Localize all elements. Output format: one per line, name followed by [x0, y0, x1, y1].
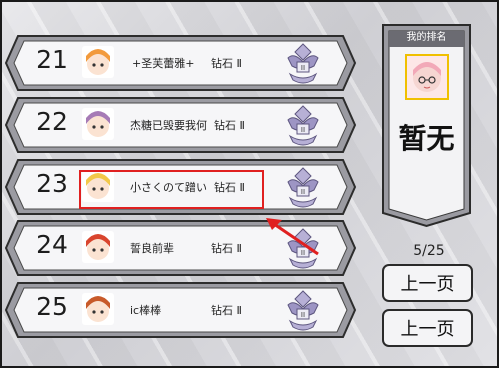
player-avatar [82, 108, 114, 140]
diamond-rank-emblem-icon: II [287, 105, 319, 146]
player-tier: 钻石 Ⅱ [214, 119, 245, 132]
rank-number: 23 [36, 169, 68, 198]
player-avatar [82, 293, 114, 325]
player-name: ic棒棒 [130, 304, 162, 317]
rank-number: 21 [36, 45, 68, 74]
ranking-row[interactable]: 25 ic棒棒 钻石 Ⅱ II [4, 281, 357, 339]
svg-text:II: II [301, 188, 305, 196]
player-tier: 钻石 Ⅱ [211, 57, 242, 70]
rank-number: 24 [36, 230, 68, 259]
arrow-icon [266, 218, 319, 256]
svg-text:II: II [301, 311, 305, 319]
svg-text:II: II [301, 64, 305, 72]
diamond-rank-emblem-icon: II [287, 290, 319, 331]
player-avatar [82, 46, 114, 78]
my-rank-status: 暂无 [398, 122, 455, 155]
my-avatar [405, 54, 449, 100]
diamond-rank-emblem-icon: II [287, 167, 319, 208]
player-name: 誓良前辈 [130, 242, 174, 255]
highlight-box [79, 170, 264, 209]
my-rank-title: 我的排名 [406, 32, 447, 43]
rank-number: 25 [36, 292, 68, 321]
player-avatar [82, 231, 114, 263]
player-tier: 钻石 Ⅱ [211, 304, 242, 317]
ranking-row[interactable]: 22 杰糖已毁要我何 钻石 Ⅱ II [4, 96, 357, 154]
player-tier: 钻石 Ⅱ [211, 242, 242, 255]
diamond-rank-emblem-icon: II [287, 43, 319, 84]
player-name: +圣芙蕾雅+ [132, 57, 195, 70]
page-indicator: 5/25 [413, 243, 445, 259]
prev-page-button[interactable]: 上一页 [382, 264, 473, 302]
ranking-row[interactable]: 21 +圣芙蕾雅+ 钻石 Ⅱ II [4, 34, 357, 92]
player-name: 杰糖已毁要我何 [130, 119, 207, 132]
next-page-button[interactable]: 上一页 [382, 309, 473, 347]
svg-text:II: II [301, 126, 305, 134]
rank-number: 22 [36, 107, 68, 136]
